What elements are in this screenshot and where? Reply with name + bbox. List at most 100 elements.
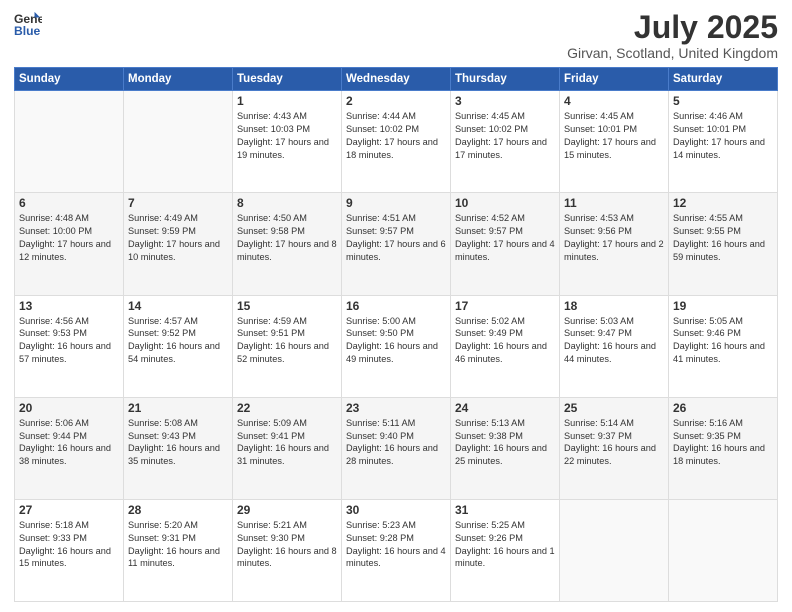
day-number: 20 — [19, 401, 119, 415]
day-number: 4 — [564, 94, 664, 108]
day-number: 6 — [19, 196, 119, 210]
day-info: Sunrise: 5:25 AMSunset: 9:26 PMDaylight:… — [455, 519, 555, 571]
day-info: Sunrise: 5:13 AMSunset: 9:38 PMDaylight:… — [455, 417, 555, 469]
day-info: Sunrise: 5:21 AMSunset: 9:30 PMDaylight:… — [237, 519, 337, 571]
calendar-week-row: 20 Sunrise: 5:06 AMSunset: 9:44 PMDayligh… — [15, 397, 778, 499]
day-number: 16 — [346, 299, 446, 313]
title-area: July 2025 Girvan, Scotland, United Kingd… — [567, 10, 778, 61]
table-row: 10 Sunrise: 4:52 AMSunset: 9:57 PMDayligh… — [451, 193, 560, 295]
table-row: 22 Sunrise: 5:09 AMSunset: 9:41 PMDayligh… — [233, 397, 342, 499]
calendar-week-row: 6 Sunrise: 4:48 AMSunset: 10:00 PMDayligh… — [15, 193, 778, 295]
logo-icon: General Blue — [14, 10, 42, 38]
table-row: 23Sunrise: 5:11 AMSunset: 9:40 PMDayligh… — [342, 397, 451, 499]
calendar-week-row: 13Sunrise: 4:56 AMSunset: 9:53 PMDayligh… — [15, 295, 778, 397]
table-row: 7Sunrise: 4:49 AMSunset: 9:59 PMDaylight… — [124, 193, 233, 295]
day-info: Sunrise: 4:53 AMSunset: 9:56 PMDaylight:… — [564, 212, 664, 264]
day-number: 29 — [237, 503, 337, 517]
day-number: 18 — [564, 299, 664, 313]
day-info: Sunrise: 5:03 AMSunset: 9:47 PMDaylight:… — [564, 315, 664, 367]
day-info: Sunrise: 4:45 AMSunset: 10:01 PMDaylight… — [564, 110, 664, 162]
col-sunday: Sunday — [15, 68, 124, 91]
table-row: 15 Sunrise: 4:59 AMSunset: 9:51 PMDayligh… — [233, 295, 342, 397]
day-number: 28 — [128, 503, 228, 517]
table-row: 2 Sunrise: 4:44 AMSunset: 10:02 PMDayligh… — [342, 91, 451, 193]
col-monday: Monday — [124, 68, 233, 91]
day-number: 2 — [346, 94, 446, 108]
table-row: 8 Sunrise: 4:50 AMSunset: 9:58 PMDaylight… — [233, 193, 342, 295]
day-number: 1 — [237, 94, 337, 108]
table-row: 27Sunrise: 5:18 AMSunset: 9:33 PMDayligh… — [15, 499, 124, 601]
table-row: 13Sunrise: 4:56 AMSunset: 9:53 PMDayligh… — [15, 295, 124, 397]
calendar-table: Sunday Monday Tuesday Wednesday Thursday… — [14, 67, 778, 602]
day-number: 22 — [237, 401, 337, 415]
day-info: Sunrise: 5:06 AMSunset: 9:44 PMDaylight:… — [19, 417, 119, 469]
day-info: Sunrise: 5:16 AMSunset: 9:35 PMDaylight:… — [673, 417, 773, 469]
table-row: 5 Sunrise: 4:46 AMSunset: 10:01 PMDayligh… — [669, 91, 778, 193]
col-friday: Friday — [560, 68, 669, 91]
day-number: 10 — [455, 196, 555, 210]
day-info: Sunrise: 4:55 AMSunset: 9:55 PMDaylight:… — [673, 212, 773, 264]
table-row: 26 Sunrise: 5:16 AMSunset: 9:35 PMDayligh… — [669, 397, 778, 499]
day-number: 9 — [346, 196, 446, 210]
day-info: Sunrise: 4:57 AMSunset: 9:52 PMDaylight:… — [128, 315, 228, 367]
day-info: Sunrise: 4:59 AMSunset: 9:51 PMDaylight:… — [237, 315, 337, 367]
day-info: Sunrise: 5:08 AMSunset: 9:43 PMDaylight:… — [128, 417, 228, 469]
table-row: 16 Sunrise: 5:00 AMSunset: 9:50 PMDayligh… — [342, 295, 451, 397]
svg-text:Blue: Blue — [14, 24, 41, 38]
day-info: Sunrise: 4:56 AMSunset: 9:53 PMDaylight:… — [19, 315, 119, 367]
table-row: 30Sunrise: 5:23 AMSunset: 9:28 PMDayligh… — [342, 499, 451, 601]
col-thursday: Thursday — [451, 68, 560, 91]
day-info: Sunrise: 4:46 AMSunset: 10:01 PMDaylight… — [673, 110, 773, 162]
page: General Blue July 2025 Girvan, Scotland,… — [0, 0, 792, 612]
table-row: 24 Sunrise: 5:13 AMSunset: 9:38 PMDayligh… — [451, 397, 560, 499]
header: General Blue July 2025 Girvan, Scotland,… — [14, 10, 778, 61]
table-row: 20 Sunrise: 5:06 AMSunset: 9:44 PMDayligh… — [15, 397, 124, 499]
day-number: 24 — [455, 401, 555, 415]
table-row: 25 Sunrise: 5:14 AMSunset: 9:37 PMDayligh… — [560, 397, 669, 499]
day-number: 15 — [237, 299, 337, 313]
day-info: Sunrise: 4:43 AMSunset: 10:03 PMDaylight… — [237, 110, 337, 162]
day-info: Sunrise: 4:44 AMSunset: 10:02 PMDaylight… — [346, 110, 446, 162]
day-info: Sunrise: 5:00 AMSunset: 9:50 PMDaylight:… — [346, 315, 446, 367]
day-info: Sunrise: 4:45 AMSunset: 10:02 PMDaylight… — [455, 110, 555, 162]
table-row: 14 Sunrise: 4:57 AMSunset: 9:52 PMDayligh… — [124, 295, 233, 397]
location: Girvan, Scotland, United Kingdom — [567, 45, 778, 61]
day-info: Sunrise: 5:23 AMSunset: 9:28 PMDaylight:… — [346, 519, 446, 571]
table-row — [669, 499, 778, 601]
day-number: 17 — [455, 299, 555, 313]
day-number: 3 — [455, 94, 555, 108]
day-number: 12 — [673, 196, 773, 210]
day-info: Sunrise: 5:20 AMSunset: 9:31 PMDaylight:… — [128, 519, 228, 571]
day-info: Sunrise: 4:51 AMSunset: 9:57 PMDaylight:… — [346, 212, 446, 264]
day-info: Sunrise: 5:11 AMSunset: 9:40 PMDaylight:… — [346, 417, 446, 469]
day-info: Sunrise: 5:14 AMSunset: 9:37 PMDaylight:… — [564, 417, 664, 469]
table-row: 18 Sunrise: 5:03 AMSunset: 9:47 PMDayligh… — [560, 295, 669, 397]
table-row — [124, 91, 233, 193]
table-row: 9 Sunrise: 4:51 AMSunset: 9:57 PMDaylight… — [342, 193, 451, 295]
table-row: 19 Sunrise: 5:05 AMSunset: 9:46 PMDayligh… — [669, 295, 778, 397]
calendar-week-row: 27Sunrise: 5:18 AMSunset: 9:33 PMDayligh… — [15, 499, 778, 601]
table-row: 11 Sunrise: 4:53 AMSunset: 9:56 PMDayligh… — [560, 193, 669, 295]
day-info: Sunrise: 5:05 AMSunset: 9:46 PMDaylight:… — [673, 315, 773, 367]
calendar-week-row: 1 Sunrise: 4:43 AMSunset: 10:03 PMDayligh… — [15, 91, 778, 193]
day-number: 8 — [237, 196, 337, 210]
col-tuesday: Tuesday — [233, 68, 342, 91]
day-info: Sunrise: 5:09 AMSunset: 9:41 PMDaylight:… — [237, 417, 337, 469]
day-info: Sunrise: 4:48 AMSunset: 10:00 PMDaylight… — [19, 212, 119, 264]
day-number: 26 — [673, 401, 773, 415]
table-row: 12 Sunrise: 4:55 AMSunset: 9:55 PMDayligh… — [669, 193, 778, 295]
month-title: July 2025 — [567, 10, 778, 45]
day-number: 14 — [128, 299, 228, 313]
day-info: Sunrise: 4:52 AMSunset: 9:57 PMDaylight:… — [455, 212, 555, 264]
table-row — [15, 91, 124, 193]
day-number: 11 — [564, 196, 664, 210]
day-info: Sunrise: 4:50 AMSunset: 9:58 PMDaylight:… — [237, 212, 337, 264]
day-number: 25 — [564, 401, 664, 415]
day-number: 31 — [455, 503, 555, 517]
day-number: 5 — [673, 94, 773, 108]
table-row: 17 Sunrise: 5:02 AMSunset: 9:49 PMDayligh… — [451, 295, 560, 397]
day-info: Sunrise: 5:02 AMSunset: 9:49 PMDaylight:… — [455, 315, 555, 367]
day-number: 27 — [19, 503, 119, 517]
day-number: 19 — [673, 299, 773, 313]
day-number: 7 — [128, 196, 228, 210]
